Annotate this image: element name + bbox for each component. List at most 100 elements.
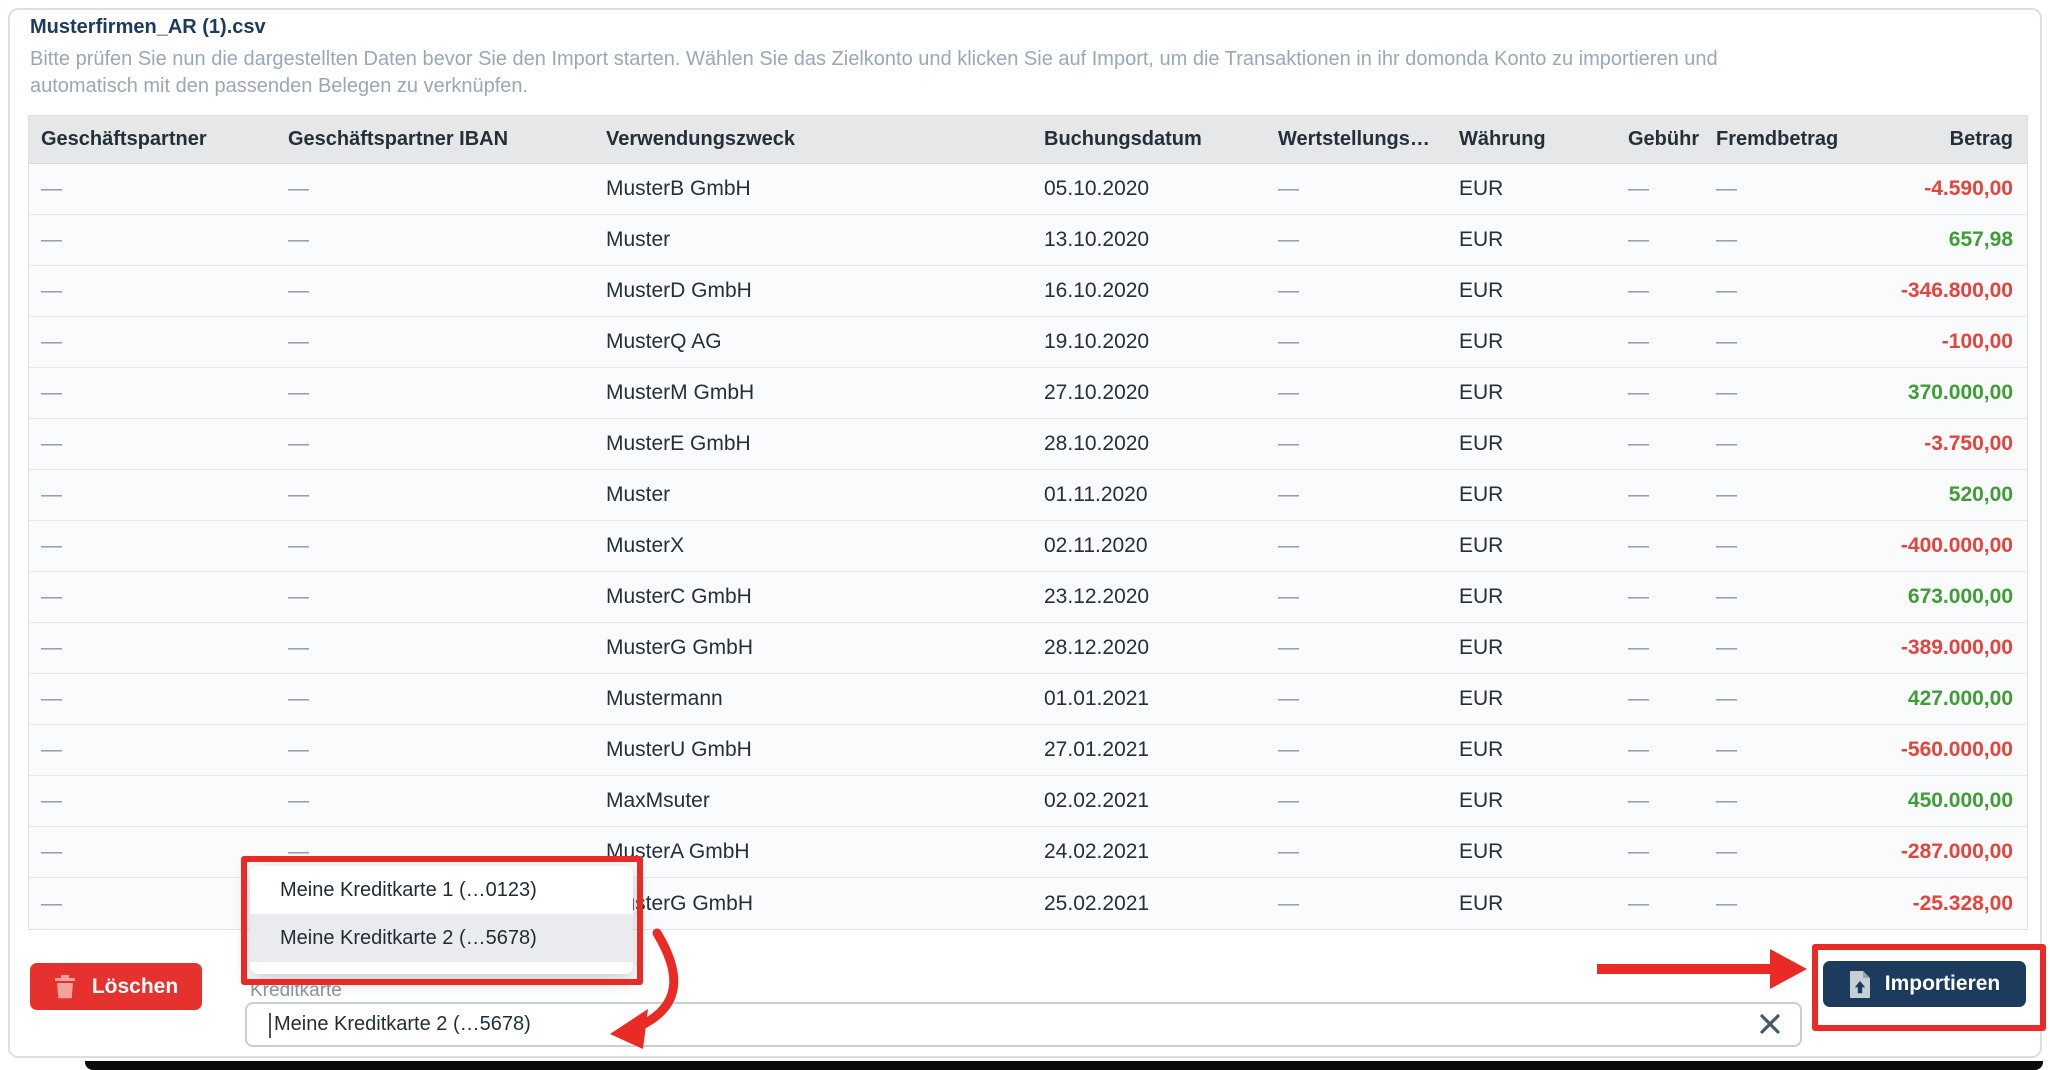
cell: — [1266,585,1447,609]
cell: — [276,381,594,405]
cell: Mustermann [594,687,1032,711]
cell: — [1616,330,1704,354]
cell: 19.10.2020 [1032,330,1266,354]
cell: MusterX [594,534,1032,558]
cell: — [29,483,276,507]
cell: — [1704,892,1854,916]
cell: — [1266,177,1447,201]
cell: — [29,177,276,201]
cell: EUR [1447,892,1616,916]
cell: 16.10.2020 [1032,279,1266,303]
cell: 28.12.2020 [1032,636,1266,660]
cell: — [1704,177,1854,201]
cell: — [276,279,594,303]
cell: — [1266,228,1447,252]
amount-cell: -4.590,00 [1854,177,2029,201]
cell: 23.12.2020 [1032,585,1266,609]
cell: — [276,432,594,456]
column-header: Geschäftspartner IBAN [276,128,594,151]
cell: — [1616,177,1704,201]
transactions-table: GeschäftspartnerGeschäftspartner IBANVer… [28,115,2028,930]
cell: — [29,840,276,864]
cell: — [1616,687,1704,711]
cell: — [1616,738,1704,762]
table-header-row: GeschäftspartnerGeschäftspartner IBANVer… [29,116,2027,164]
column-header: Währung [1447,128,1616,151]
cell: — [276,585,594,609]
cell: — [1266,636,1447,660]
dropdown-option-1[interactable]: Meine Kreditkarte 1 (…0123) [250,866,633,914]
import-button-label: Importieren [1885,972,2001,996]
amount-cell: -346.800,00 [1854,279,2029,303]
credit-card-input[interactable] [247,1004,1800,1045]
cell: — [1266,687,1447,711]
cell: EUR [1447,789,1616,813]
cell: MusterU GmbH [594,738,1032,762]
cell: EUR [1447,687,1616,711]
cell: — [276,738,594,762]
cell: — [1704,432,1854,456]
cell: MusterC GmbH [594,585,1032,609]
import-instructions: Bitte prüfen Sie nun die dargestellten D… [30,46,1718,100]
table-row: ——Muster01.11.2020—EUR——520,00 [29,470,2027,521]
cell: 27.01.2021 [1032,738,1266,762]
cell: — [1266,738,1447,762]
cell: — [1616,789,1704,813]
amount-cell: 370.000,00 [1854,381,2029,405]
amount-cell: 673.000,00 [1854,585,2029,609]
import-file-icon [1849,971,1871,998]
table-row: ——Muster13.10.2020—EUR——657,98 [29,215,2027,266]
cell: — [1704,330,1854,354]
cell: — [1704,534,1854,558]
table-row: ——MusterC GmbH23.12.2020—EUR——673.000,00 [29,572,2027,623]
cell: — [1616,228,1704,252]
cell: — [1266,483,1447,507]
table-row: ——MusterM GmbH27.10.2020—EUR——370.000,00 [29,368,2027,419]
cell: EUR [1447,330,1616,354]
cell: — [1266,432,1447,456]
table-row: ——MusterB GmbH05.10.2020—EUR——-4.590,00 [29,164,2027,215]
cell: MusterG GmbH [594,636,1032,660]
cell: 01.01.2021 [1032,687,1266,711]
cell: — [1704,738,1854,762]
cell: — [29,687,276,711]
cell: Muster [594,483,1032,507]
column-header: Fremdbetrag [1704,128,1854,151]
cell: — [29,892,276,916]
column-header: Buchungsdatum [1032,128,1266,151]
import-preview-screen: Musterfirmen_AR (1).csv Bitte prüfen Sie… [0,0,2050,1070]
cell: MaxMsuter [594,789,1032,813]
amount-cell: 657,98 [1854,228,2029,252]
cell: — [276,228,594,252]
cell: — [29,228,276,252]
cell: MusterQ AG [594,330,1032,354]
table-body: ——MusterB GmbH05.10.2020—EUR——-4.590,00—… [29,164,2027,929]
cell: MusterA GmbH [594,840,1032,864]
column-header: Geschäftspartner [29,128,276,151]
cell: — [1266,892,1447,916]
cell: 05.10.2020 [1032,177,1266,201]
cell: 28.10.2020 [1032,432,1266,456]
cell: — [1704,228,1854,252]
cell: — [276,789,594,813]
dropdown-option-2[interactable]: Meine Kreditkarte 2 (…5678) [250,914,633,962]
amount-cell: 450.000,00 [1854,789,2029,813]
cell: EUR [1447,381,1616,405]
text-caret [269,1013,271,1038]
cell: EUR [1447,534,1616,558]
delete-button[interactable]: Löschen [30,963,202,1010]
import-button[interactable]: Importieren [1823,961,2026,1007]
table-row: ——MusterG GmbH28.12.2020—EUR——-389.000,0… [29,623,2027,674]
delete-button-label: Löschen [92,975,178,999]
cell: — [1616,636,1704,660]
cell: — [29,636,276,660]
cell: EUR [1447,738,1616,762]
cell: EUR [1447,585,1616,609]
credit-card-dropdown: Meine Kreditkarte 1 (…0123) Meine Kredit… [250,866,633,974]
cell: 25.02.2021 [1032,892,1266,916]
cell: — [1704,840,1854,864]
cell: — [276,636,594,660]
cell: MusterB GmbH [594,177,1032,201]
cell: — [1616,585,1704,609]
clear-field-icon[interactable] [1756,1011,1784,1039]
